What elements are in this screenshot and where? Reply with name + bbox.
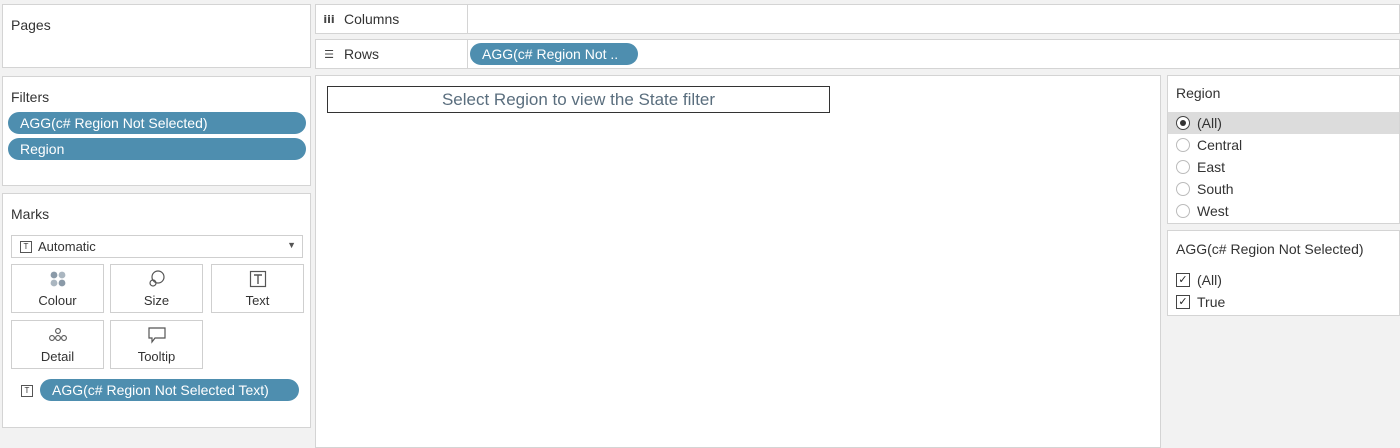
text-label: Text: [245, 293, 270, 308]
canvas-title: Select Region to view the State filter: [327, 86, 830, 113]
text-button[interactable]: Text: [211, 264, 304, 313]
region-option-label: West: [1197, 203, 1229, 219]
agg-option-label: (All): [1197, 272, 1222, 288]
pages-title: Pages: [11, 17, 51, 33]
filter-pill-region[interactable]: Region: [8, 138, 306, 160]
size-icon: [147, 269, 167, 289]
radio-icon: [1176, 182, 1190, 196]
filters-card: Filters AGG(c# Region Not Selected) Regi…: [2, 76, 311, 186]
size-button[interactable]: Size: [110, 264, 203, 313]
detail-button[interactable]: Detail: [11, 320, 104, 369]
mark-type-dropdown[interactable]: T Automatic ▼: [11, 235, 303, 258]
region-filter-card: Region (All) Central East South West: [1167, 75, 1400, 224]
region-option-south[interactable]: South: [1168, 178, 1399, 200]
region-option-west[interactable]: West: [1168, 200, 1399, 222]
mark-type-label: Automatic: [38, 239, 96, 254]
region-option-east[interactable]: East: [1168, 156, 1399, 178]
marks-title: Marks: [11, 206, 50, 222]
text-mark-icon: T: [20, 240, 32, 253]
radio-icon: [1176, 138, 1190, 152]
columns-label: Columns: [344, 11, 400, 27]
text-encoding-pill[interactable]: AGG(c# Region Not Selected Text): [40, 379, 299, 401]
agg-option-label: True: [1197, 294, 1226, 310]
region-option-all[interactable]: (All): [1168, 112, 1399, 134]
size-label: Size: [143, 293, 170, 308]
radio-icon: [1176, 204, 1190, 218]
tooltip-label: Tooltip: [137, 349, 176, 364]
agg-option-true[interactable]: ✓ True: [1168, 291, 1399, 313]
region-option-central[interactable]: Central: [1168, 134, 1399, 156]
agg-option-all[interactable]: ✓ (All): [1168, 269, 1399, 291]
colour-button[interactable]: Colour: [11, 264, 104, 313]
text-encoding-icon: T: [21, 385, 33, 397]
rows-shelf[interactable]: ☰ Rows AGG(c# Region Not ..: [315, 39, 1400, 69]
agg-filter-card: AGG(c# Region Not Selected) ✓ (All) ✓ Tr…: [1167, 230, 1400, 316]
region-filter-title: Region: [1176, 85, 1221, 101]
rows-label: Rows: [344, 46, 380, 62]
columns-icon: iii: [323, 12, 335, 26]
radio-icon: [1176, 160, 1190, 174]
rows-shelf-label: ☰ Rows: [316, 40, 468, 68]
region-option-label: Central: [1197, 137, 1243, 153]
rows-icon: ☰: [324, 47, 334, 61]
region-option-label: (All): [1197, 115, 1222, 131]
checkbox-checked-icon: ✓: [1176, 295, 1190, 309]
marks-card: Marks T Automatic ▼ Colour Size Text Det…: [2, 193, 311, 428]
checkbox-checked-icon: ✓: [1176, 273, 1190, 287]
region-option-label: East: [1197, 159, 1226, 175]
tooltip-icon: [147, 325, 167, 345]
detail-icon: [48, 325, 68, 345]
columns-shelf[interactable]: iii Columns: [315, 4, 1400, 34]
detail-label: Detail: [40, 349, 75, 364]
filters-title: Filters: [11, 89, 50, 105]
colour-icon: [49, 269, 67, 289]
view-canvas: Select Region to view the State filter: [315, 75, 1161, 448]
pages-card: Pages: [2, 4, 311, 68]
filter-pill-agg-region-not-selected[interactable]: AGG(c# Region Not Selected): [8, 112, 306, 134]
tooltip-button[interactable]: Tooltip: [110, 320, 203, 369]
agg-filter-title: AGG(c# Region Not Selected): [1176, 241, 1364, 257]
radio-selected-icon: [1176, 116, 1190, 130]
region-option-label: South: [1197, 181, 1234, 197]
columns-shelf-label: iii Columns: [316, 5, 468, 33]
text-icon: [249, 269, 267, 289]
rows-pill[interactable]: AGG(c# Region Not ..: [470, 43, 638, 65]
colour-label: Colour: [38, 293, 77, 308]
chevron-down-icon: ▼: [287, 240, 296, 250]
